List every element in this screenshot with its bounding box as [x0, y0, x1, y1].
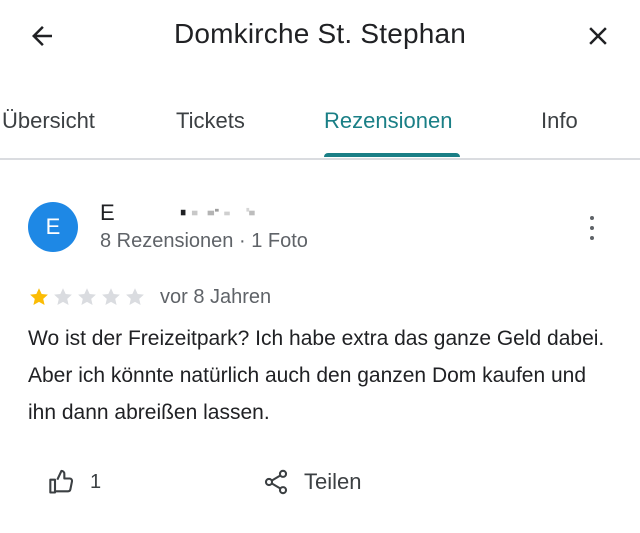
star-empty-icon — [78, 288, 96, 305]
page-title: Domkirche St. Stephan — [173, 18, 467, 49]
star-rating — [28, 286, 146, 308]
share-icon — [264, 469, 288, 495]
close-button[interactable] — [576, 14, 620, 58]
tab-tickets[interactable]: Tickets — [176, 108, 245, 134]
tab-overview[interactable]: Übersicht — [2, 108, 95, 134]
star-filled-icon — [30, 288, 48, 305]
avatar[interactable]: E — [28, 202, 78, 252]
share-button[interactable]: Teilen — [262, 462, 361, 502]
tab-bar: Übersicht Tickets Rezensionen Info — [0, 96, 640, 160]
more-dot-icon — [590, 226, 594, 230]
like-count: 1 — [90, 470, 102, 493]
more-dot-icon — [590, 216, 594, 220]
tabs-divider — [0, 158, 640, 160]
star-empty-icon — [102, 288, 120, 305]
like-button[interactable]: 1 — [48, 462, 101, 502]
redacted-name-pixels — [180, 207, 255, 216]
review-date: vor 8 Jahren — [160, 285, 272, 308]
author-name[interactable]: E — [100, 200, 115, 226]
close-icon — [589, 27, 607, 45]
thumb-up-icon — [49, 469, 74, 494]
more-dot-icon — [590, 236, 594, 240]
more-options-button[interactable] — [580, 214, 604, 242]
author-row: E — [100, 198, 327, 228]
star-empty-icon — [126, 288, 144, 305]
rating-row: vor 8 Jahren — [28, 284, 271, 310]
review-actions: 1 Teilen — [0, 462, 640, 502]
share-label: Teilen — [304, 469, 362, 494]
star-empty-icon — [54, 288, 72, 305]
author-meta: 8 Rezensionen · 1 Foto — [100, 230, 308, 252]
review-text: Wo ist der Freizeitpark? Ich habe extra … — [28, 327, 605, 424]
tab-reviews[interactable]: Rezensionen — [324, 108, 452, 134]
tab-info[interactable]: Info — [541, 108, 578, 134]
active-tab-indicator — [324, 153, 460, 157]
app-header: Domkirche St. Stephan — [0, 0, 640, 72]
